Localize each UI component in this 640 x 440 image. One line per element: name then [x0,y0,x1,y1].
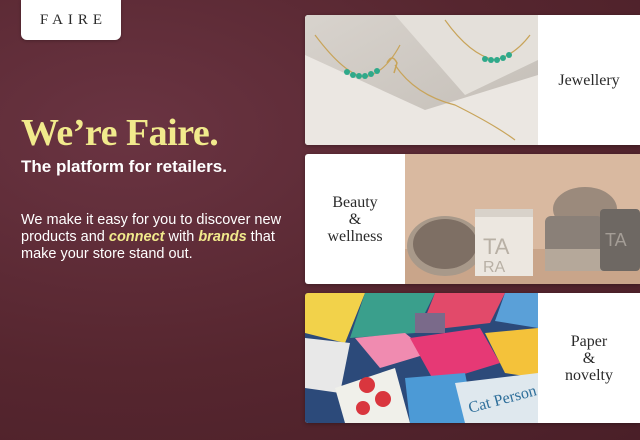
paper-goods-photo: Cat Person [305,293,538,423]
highlight-connect: connect [108,229,165,245]
label-line: & [348,210,362,228]
label-line: novelty [565,366,613,384]
svg-text:RA: RA [483,259,506,276]
logo-text: FAIRE [39,11,108,28]
svg-text:TA: TA [605,230,627,250]
label-line: wellness [327,227,383,245]
category-card-beauty[interactable]: Beauty & wellness TA RA TA [305,154,640,284]
jewellery-photo [305,15,538,145]
highlight-brands: brands [198,229,247,245]
category-card-jewellery[interactable]: Jewellery [305,15,640,145]
svg-text:TA: TA [483,234,510,259]
label-line: Jewellery [558,71,620,89]
label-line: & [582,349,596,367]
category-label: Paper & novelty [538,293,640,423]
faire-logo[interactable]: FAIRE [21,0,121,40]
category-label: Jewellery [538,15,640,145]
label-line: Beauty [332,193,378,211]
hero-title: We’re Faire. [21,112,219,154]
beauty-products-photo: TA RA TA [405,154,640,284]
hero-body-text: with [164,229,199,245]
label-line: Paper [570,332,608,350]
hero-description: We make it easy for you to discover new … [21,212,286,263]
category-card-paper[interactable]: Cat Person Paper & novelty [305,293,640,423]
hero-subtitle: The platform for retailers. [21,157,227,176]
category-label: Beauty & wellness [305,154,405,284]
